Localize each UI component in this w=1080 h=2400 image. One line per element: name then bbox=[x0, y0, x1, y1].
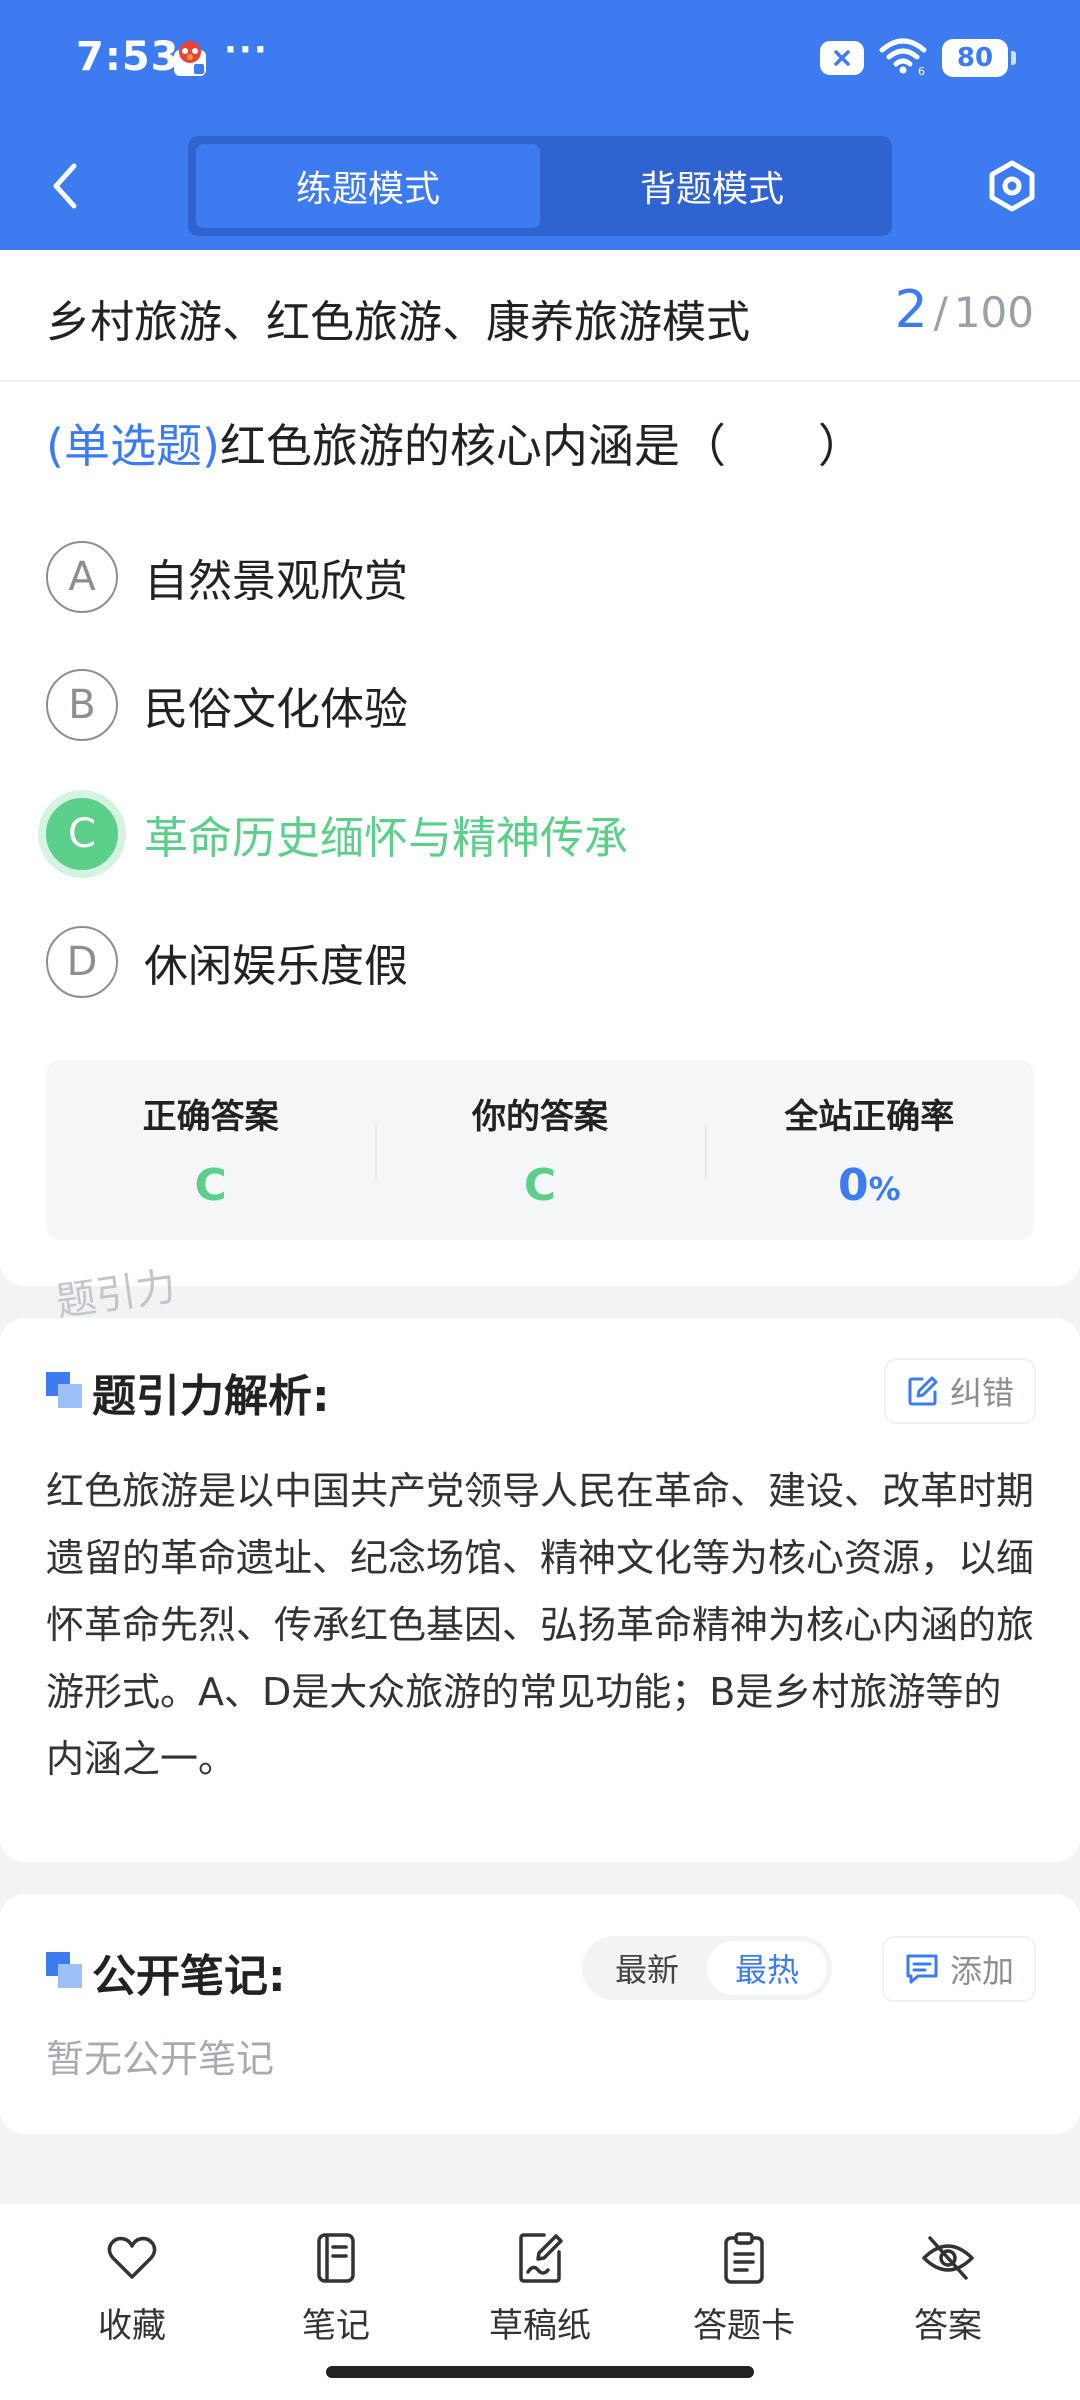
sort-newest[interactable]: 最新 bbox=[587, 1941, 707, 1995]
site-accuracy-unit: % bbox=[868, 1170, 901, 1208]
correct-answer-label: 正确答案 bbox=[142, 1097, 279, 1137]
option-text: 休闲娱乐度假 bbox=[144, 941, 408, 992]
notes-title: 公开笔记: bbox=[92, 1951, 286, 2002]
option-letter: A bbox=[46, 541, 118, 613]
option-a[interactable]: A 自然景观欣赏 bbox=[46, 540, 408, 614]
report-error-label: 纠错 bbox=[949, 1374, 1014, 1412]
draft-paper-label: 草稿纸 bbox=[489, 2306, 591, 2346]
status-more-indicator: ··· bbox=[224, 30, 269, 70]
option-letter: C bbox=[46, 798, 118, 870]
add-note-label: 添加 bbox=[949, 1952, 1014, 1990]
tab-memorize-mode[interactable]: 背题模式 bbox=[540, 144, 884, 228]
notes-label: 笔记 bbox=[302, 2306, 370, 2346]
status-bar: 7:53 ··· 6 80 bbox=[0, 0, 1080, 120]
progress-current: 2 bbox=[894, 280, 928, 340]
svg-text:6: 6 bbox=[918, 65, 925, 76]
app-notification-icon bbox=[170, 38, 210, 78]
site-accuracy-value: 0% bbox=[838, 1160, 901, 1211]
option-d[interactable]: D 休闲娱乐度假 bbox=[46, 925, 408, 999]
tab-practice-mode[interactable]: 练题模式 bbox=[196, 144, 540, 228]
draft-icon bbox=[519, 2233, 563, 2283]
answer-sheet-label: 答题卡 bbox=[693, 2306, 795, 2346]
section-squares-icon bbox=[46, 1372, 82, 1408]
option-text: 革命历史缅怀与精神传承 bbox=[144, 813, 628, 864]
question-type: (单选题) bbox=[46, 419, 220, 473]
sort-hottest[interactable]: 最热 bbox=[707, 1941, 827, 1995]
show-answer-label: 答案 bbox=[914, 2306, 982, 2346]
settings-button[interactable] bbox=[980, 154, 1044, 218]
site-accuracy-label: 全站正确率 bbox=[784, 1097, 955, 1137]
option-letter: B bbox=[46, 669, 118, 741]
option-b[interactable]: B 民俗文化体验 bbox=[46, 668, 408, 742]
notebook-icon bbox=[317, 2233, 355, 2283]
analysis-text: 红色旅游是以中国共产党领导人民在革命、建设、改革时期遗留的革命遗址、纪念场馆、精… bbox=[46, 1469, 1035, 1781]
favorite-label: 收藏 bbox=[98, 2306, 166, 2346]
chevron-left-icon bbox=[53, 163, 77, 209]
chapter-title: 乡村旅游、红色旅游、康养旅游模式 bbox=[46, 297, 750, 348]
option-c[interactable]: C 革命历史缅怀与精神传承 bbox=[46, 797, 628, 871]
option-text: 自然景观欣赏 bbox=[144, 556, 408, 607]
mode-switch: 练题模式 背题模式 bbox=[188, 136, 892, 236]
edit-icon bbox=[908, 1376, 938, 1406]
question-progress[interactable]: 2 / 100 bbox=[895, 280, 1034, 340]
status-time: 7:53 bbox=[76, 34, 180, 80]
home-indicator[interactable] bbox=[326, 2366, 754, 2378]
question-card: 乡村旅游、红色旅游、康养旅游模式 2 / 100 (单选题)红色旅游的核心内涵是… bbox=[0, 250, 1080, 1286]
app-header: 7:53 ··· 6 80 练题模式 背题模式 bbox=[0, 0, 1080, 250]
wifi-icon: 6 bbox=[878, 36, 928, 80]
public-notes-card: 公开笔记: 最新 最热 添加 暂无公开笔记 bbox=[0, 1894, 1080, 2134]
header-divider bbox=[0, 380, 1080, 382]
comment-icon bbox=[906, 1954, 938, 1984]
option-letter: D bbox=[46, 926, 118, 998]
status-icons: 6 80 bbox=[820, 36, 1016, 80]
your-answer-label: 你的答案 bbox=[471, 1097, 608, 1137]
back-button[interactable] bbox=[40, 156, 90, 216]
answer-summary: 正确答案 C 你的答案 C 全站正确率 0% bbox=[46, 1060, 1034, 1240]
eye-off-icon bbox=[922, 2236, 974, 2280]
analysis-title: 题引力解析: bbox=[92, 1371, 330, 1422]
show-answer-button[interactable]: 答案 bbox=[846, 2204, 1050, 2400]
battery-indicator: 80 bbox=[942, 39, 1016, 77]
progress-total: 100 bbox=[953, 288, 1034, 337]
question-stem: (单选题)红色旅游的核心内涵是（ ） bbox=[46, 410, 1046, 476]
progress-separator: / bbox=[933, 288, 948, 337]
notes-sort-switch: 最新 最热 bbox=[582, 1936, 832, 2000]
option-text: 民俗文化体验 bbox=[144, 684, 408, 735]
favorite-button[interactable]: 收藏 bbox=[30, 2204, 234, 2400]
section-squares-icon bbox=[46, 1952, 82, 1988]
mute-icon bbox=[820, 41, 864, 75]
heart-icon bbox=[107, 2236, 157, 2279]
clipboard-icon bbox=[724, 2232, 764, 2284]
your-answer-value: C bbox=[523, 1160, 557, 1211]
question-text: 红色旅游的核心内涵是（ ） bbox=[219, 419, 864, 473]
analysis-card: 题引力解析: 纠错 红色旅游是以中国共产党领导人民在革命、建设、改革时期遗留的革… bbox=[0, 1318, 1080, 1862]
report-error-button[interactable]: 纠错 bbox=[885, 1360, 1034, 1422]
site-accuracy: 全站正确率 0% bbox=[704, 1060, 1034, 1240]
correct-answer-value: C bbox=[194, 1160, 227, 1211]
correct-answer: 正确答案 C bbox=[46, 1060, 375, 1240]
settings-hexagon-icon bbox=[989, 160, 1035, 212]
add-note-button[interactable]: 添加 bbox=[883, 1938, 1034, 2000]
notes-empty-state: 暂无公开笔记 bbox=[46, 2037, 275, 2081]
site-accuracy-number: 0 bbox=[837, 1160, 869, 1211]
your-answer: 你的答案 C bbox=[375, 1060, 704, 1240]
